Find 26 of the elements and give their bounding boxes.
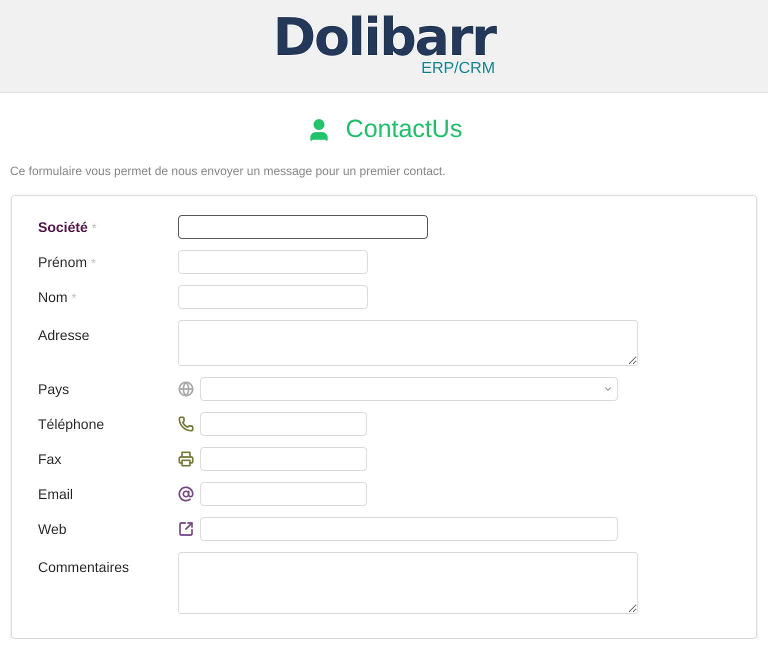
printer-icon [178, 451, 194, 467]
globe-icon [178, 381, 194, 397]
logo: Dolibarr [272, 14, 496, 62]
field-label: Téléphone [38, 415, 104, 432]
text-input[interactable] [178, 215, 428, 239]
text-area[interactable] [178, 320, 638, 366]
field-label: Fax [38, 450, 62, 467]
field-label: Prénom [38, 253, 88, 270]
required-mark: * [72, 291, 76, 305]
field-label: Email [38, 485, 74, 502]
field-label: Société [38, 218, 88, 235]
page-title: ContactUs [346, 115, 462, 144]
country-select[interactable] [200, 377, 618, 401]
required-mark: * [92, 221, 96, 235]
field-label: Web [38, 520, 67, 537]
field-label: Adresse [38, 326, 90, 343]
field-label: Pays [38, 380, 70, 397]
required-mark: * [91, 256, 96, 270]
logo-tagline: ERP/CRM [421, 61, 496, 78]
at-sign-icon [178, 486, 194, 502]
external-link-icon [178, 521, 194, 537]
description: Ce formulaire vous permet de nous envoyer un message pour un premier contact. [10, 164, 447, 178]
field-label: Nom [38, 288, 68, 305]
phone-icon [178, 416, 194, 432]
field-label: Commentaires [38, 558, 130, 575]
text-area[interactable] [178, 552, 638, 614]
